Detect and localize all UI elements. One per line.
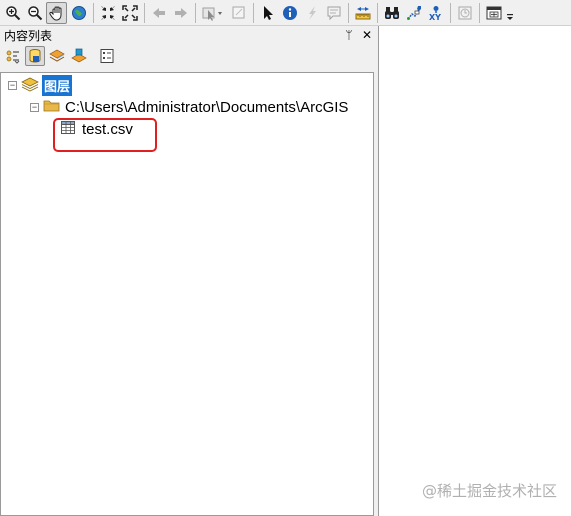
tree-node-layers[interactable]: − 图层	[8, 74, 73, 96]
select-elements-icon[interactable]	[257, 2, 278, 24]
html-popup-icon[interactable]	[323, 2, 344, 24]
toolbar-separator	[377, 2, 378, 23]
clear-selection-icon[interactable]	[228, 2, 249, 24]
create-viewer-icon[interactable]	[483, 2, 504, 24]
full-extent-icon[interactable]	[68, 2, 89, 24]
time-slider-icon[interactable]	[454, 2, 475, 24]
layers-icon	[21, 76, 39, 95]
toolbar-separator	[450, 2, 451, 23]
measure-icon[interactable]	[352, 2, 373, 24]
find-icon[interactable]	[381, 2, 402, 24]
pan-icon[interactable]	[46, 1, 67, 24]
toolbar-separator	[253, 2, 254, 23]
toolbar-separator	[348, 2, 349, 23]
list-by-selection-icon[interactable]	[69, 46, 89, 66]
list-by-source-icon[interactable]	[25, 46, 45, 66]
toc-options-icon[interactable]	[97, 46, 117, 66]
fixed-zoom-out-icon[interactable]	[119, 2, 140, 24]
pin-icon[interactable]: ᛘ	[344, 29, 354, 41]
map-toolbar: XY	[0, 0, 571, 26]
watermark: @稀土掘金技术社区	[421, 482, 557, 500]
find-route-icon[interactable]	[403, 2, 424, 24]
toc-toolbar	[0, 44, 376, 68]
goto-xy-icon[interactable]: XY	[425, 2, 446, 24]
toolbar-separator	[93, 2, 94, 23]
tree-node-folder[interactable]: − C:\Users\Administrator\Documents\ArcGI…	[30, 97, 348, 117]
folder-icon	[43, 98, 61, 116]
list-by-visibility-icon[interactable]	[47, 46, 67, 66]
svg-text:XY: XY	[429, 13, 441, 21]
toolbar-overflow-icon[interactable]	[505, 2, 515, 24]
toc-title: 内容列表	[4, 28, 53, 43]
toolbar-separator	[479, 2, 480, 23]
forward-icon[interactable]	[170, 2, 191, 24]
zoom-in-icon[interactable]	[2, 2, 23, 24]
map-view[interactable]	[378, 26, 571, 516]
collapse-layers-button[interactable]: −	[8, 80, 17, 90]
highlight-annotation	[53, 118, 157, 152]
zoom-out-icon[interactable]	[24, 2, 45, 24]
close-icon[interactable]: ✕	[362, 29, 372, 41]
identify-icon[interactable]	[279, 2, 300, 24]
layers-label[interactable]: 图层	[42, 74, 73, 96]
fixed-zoom-in-icon[interactable]	[97, 2, 118, 24]
toolbar-separator	[195, 2, 196, 23]
toolbar-separator	[144, 2, 145, 23]
folder-path-label[interactable]: C:\Users\Administrator\Documents\ArcGIS	[65, 99, 348, 116]
list-by-drawing-order-icon[interactable]	[3, 46, 23, 66]
toc-title-bar: 内容列表 ᛘ ✕	[0, 26, 376, 44]
back-icon[interactable]	[148, 2, 169, 24]
collapse-folder-button[interactable]: −	[30, 102, 39, 112]
select-features-icon[interactable]	[199, 2, 227, 24]
table-of-contents-pane: 内容列表 ᛘ ✕ − 图层 − C:\Users\Administrator\D…	[0, 26, 376, 516]
hyperlink-icon[interactable]	[301, 2, 322, 24]
